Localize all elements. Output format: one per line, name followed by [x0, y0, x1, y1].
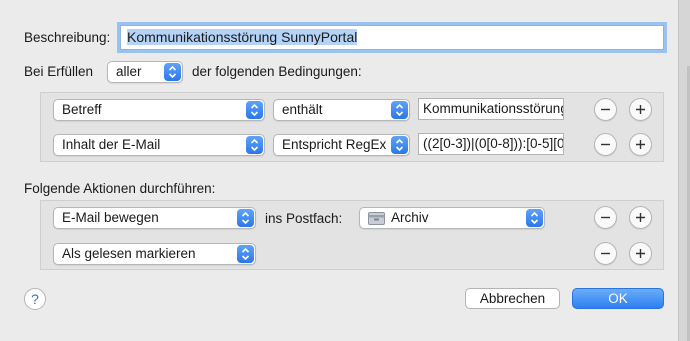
chevron-updown-icon — [391, 136, 408, 154]
help-button[interactable]: ? — [24, 288, 46, 310]
background-window-edge — [678, 0, 690, 341]
condition-field-value: Betreff — [62, 102, 102, 117]
match-mode-select[interactable]: aller — [107, 61, 183, 83]
condition-operator-select[interactable]: Entspricht RegEx — [273, 134, 410, 156]
remove-condition-button[interactable] — [594, 133, 617, 156]
chevron-updown-icon — [237, 245, 254, 263]
chevron-updown-icon — [164, 63, 181, 81]
action-select[interactable]: Als gelesen markieren — [53, 243, 256, 265]
action-select[interactable]: E-Mail bewegen — [53, 207, 256, 229]
chevron-updown-icon — [391, 101, 408, 119]
plus-icon — [636, 140, 645, 149]
conditions-suffix-label: der folgenden Bedingungen: — [192, 64, 362, 79]
condition-field-value: Inhalt der E-Mail — [62, 137, 161, 152]
chevron-updown-icon — [246, 136, 263, 154]
action-value: Als gelesen markieren — [62, 246, 196, 261]
description-selected-text: Kommunikationsstörung SunnyPortal — [127, 29, 358, 45]
action-value: E-Mail bewegen — [62, 210, 159, 225]
add-action-button[interactable] — [629, 206, 652, 229]
add-condition-button[interactable] — [629, 98, 652, 121]
remove-condition-button[interactable] — [594, 98, 617, 121]
remove-action-button[interactable] — [594, 242, 617, 265]
target-mailbox-value: Archiv — [391, 210, 429, 225]
add-condition-button[interactable] — [629, 133, 652, 156]
condition-operator-value: enthält — [282, 102, 323, 117]
condition-field-select[interactable]: Inhalt der E-Mail — [53, 134, 265, 156]
chevron-updown-icon — [237, 209, 254, 227]
minus-icon — [601, 143, 610, 146]
ok-button[interactable]: OK — [572, 288, 664, 309]
minus-icon — [601, 108, 610, 111]
condition-value-input[interactable]: Kommunikationsstörung SunnyPortal — [418, 98, 564, 120]
remove-action-button[interactable] — [594, 206, 617, 229]
target-mailbox-label: ins Postfach: — [265, 211, 343, 226]
minus-icon — [601, 252, 610, 255]
minus-icon — [601, 216, 610, 219]
target-mailbox-select[interactable]: Archiv — [359, 207, 545, 229]
condition-field-select[interactable]: Betreff — [53, 99, 265, 121]
plus-icon — [636, 213, 645, 222]
condition-value-input[interactable]: ((2[0-3])|(0[0-8])):[0-5][0-9] — [418, 133, 564, 155]
add-action-button[interactable] — [629, 242, 652, 265]
condition-operator-value: Entspricht RegEx — [282, 137, 387, 152]
chevron-updown-icon — [246, 101, 263, 119]
cancel-button[interactable]: Abbrechen — [465, 288, 560, 309]
actions-label: Folgende Aktionen durchführen: — [24, 181, 216, 196]
conditions-prefix-label: Bei Erfüllen — [24, 64, 94, 79]
condition-operator-select[interactable]: enthält — [273, 99, 410, 121]
description-label: Beschreibung: — [24, 30, 111, 45]
description-input[interactable]: Kommunikationsstörung SunnyPortal — [120, 25, 664, 50]
chevron-updown-icon — [526, 209, 543, 227]
plus-icon — [636, 105, 645, 114]
mailbox-folder-icon — [368, 212, 385, 225]
plus-icon — [636, 249, 645, 258]
